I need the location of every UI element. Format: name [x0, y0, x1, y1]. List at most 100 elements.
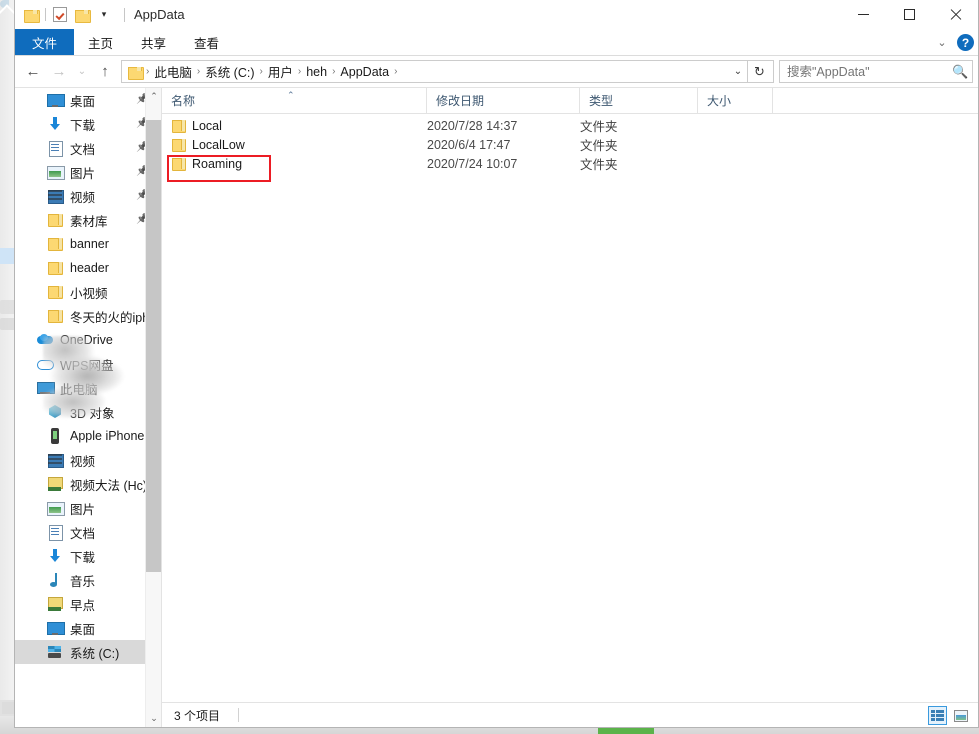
search-icon[interactable]: 🔍: [952, 64, 968, 80]
sidebar-item-7[interactable]: header: [15, 256, 161, 280]
breadcrumb-item-system-c[interactable]: 系统 (C:): [201, 62, 258, 81]
file-modified-cell: 2020/7/28 14:37: [427, 119, 580, 133]
breadcrumb-separator[interactable]: ›: [393, 66, 398, 77]
sidebar-item-13[interactable]: 3D 对象: [15, 400, 161, 424]
sidebar-item-label: 冬天的火的iph: [70, 307, 149, 326]
large-icons-view-button[interactable]: [951, 706, 970, 725]
sidebar-item-label: 下载: [70, 547, 95, 566]
videos-icon: [47, 188, 63, 204]
sidebar-item-3[interactable]: 图片📌: [15, 160, 161, 184]
status-divider: [238, 708, 239, 722]
tab-home[interactable]: 主页: [74, 29, 127, 55]
close-button[interactable]: [932, 0, 978, 29]
address-input[interactable]: › 此电脑 › 系统 (C:) › 用户 › heh › AppData › ⌄…: [121, 60, 774, 83]
sidebar-item-2[interactable]: 文档📌: [15, 136, 161, 160]
chevron-down-icon[interactable]: ⌄: [729, 66, 747, 77]
column-header-name[interactable]: 名称 ⌃: [162, 88, 427, 113]
close-icon: [949, 8, 962, 21]
sidebar-item-12[interactable]: 此电脑: [15, 376, 161, 400]
toolbar-divider: [45, 8, 46, 21]
column-header-modified[interactable]: 修改日期: [427, 88, 580, 113]
sidebar-item-8[interactable]: 小视频: [15, 280, 161, 304]
chevron-down-icon[interactable]: ⌄: [933, 36, 951, 49]
forward-button[interactable]: →: [46, 59, 72, 85]
onedrive-icon: [37, 332, 53, 348]
sidebar-item-15[interactable]: 视频: [15, 448, 161, 472]
sidebar-item-5[interactable]: 素材库📌: [15, 208, 161, 232]
sidebar-item-label: Apple iPhone: [70, 429, 144, 443]
table-row[interactable]: Roaming2020/7/24 10:07文件夹: [162, 154, 978, 173]
refresh-icon[interactable]: ↻: [747, 60, 771, 83]
column-header-filler: [773, 88, 978, 113]
sidebar-item-label: 视频大法 (Hc): [70, 475, 147, 494]
sidebar-item-11[interactable]: WPS网盘: [15, 352, 161, 376]
search-input[interactable]: [787, 65, 952, 79]
file-name-label: Local: [192, 119, 222, 133]
background-selected-row: [0, 248, 14, 264]
file-explorer-window: ▾ AppData 文件 主页 共享 查看 ⌄ ? ← → ⌄: [14, 0, 979, 728]
sidebar-item-label: 素材库: [70, 211, 108, 230]
folder-icon[interactable]: [20, 4, 42, 26]
sidebar-item-16[interactable]: 视频大法 (Hc): [15, 472, 161, 496]
sidebar-item-14[interactable]: Apple iPhone: [15, 424, 161, 448]
breadcrumb-item-users[interactable]: 用户: [264, 62, 297, 81]
back-button[interactable]: ←: [20, 59, 46, 85]
sidebar-item-21[interactable]: 早点: [15, 592, 161, 616]
sidebar-item-19[interactable]: 下载: [15, 544, 161, 568]
address-bar: ← → ⌄ ↑ › 此电脑 › 系统 (C:) › 用户 › heh › App…: [15, 56, 978, 87]
folder-icon: [171, 138, 186, 152]
quick-access-toolbar: ▾: [15, 4, 115, 26]
breadcrumb-item-this-pc[interactable]: 此电脑: [150, 62, 196, 81]
sidebar-item-label: 下载: [70, 115, 95, 134]
maximize-button[interactable]: [886, 0, 932, 29]
sidebar-item-label: 文档: [70, 139, 95, 158]
window-controls: [840, 0, 978, 29]
sidebar-item-1[interactable]: 下载📌: [15, 112, 161, 136]
sidebar-item-label: 图片: [70, 499, 95, 518]
file-type-cell: 文件夹: [580, 116, 698, 135]
breadcrumb-item-heh[interactable]: heh: [302, 65, 331, 79]
sidebar-item-6[interactable]: banner: [15, 232, 161, 256]
sidebar-item-9[interactable]: 冬天的火的iph: [15, 304, 161, 328]
videos-icon: [47, 452, 63, 468]
new-folder-icon[interactable]: [71, 4, 93, 26]
scrollbar-thumb[interactable]: [146, 120, 161, 572]
sidebar-item-18[interactable]: 文档: [15, 520, 161, 544]
desktop-icon: [47, 92, 63, 108]
table-row[interactable]: Local 2020/7/28 14:37文件夹: [162, 116, 978, 135]
sidebar-item-label: 视频: [70, 451, 95, 470]
navigation-list: 桌面📌下载📌文档📌图片📌视频📌素材库📌bannerheader小视频冬天的火的i…: [15, 88, 161, 664]
sidebar-item-label: 早点: [70, 595, 95, 614]
sidebar-item-10[interactable]: OneDrive: [15, 328, 161, 352]
documents-icon: [47, 140, 63, 156]
sidebar-item-4[interactable]: 视频📌: [15, 184, 161, 208]
sidebar-item-23[interactable]: 系统 (C:): [15, 640, 161, 664]
sidebar-item-20[interactable]: 音乐: [15, 568, 161, 592]
tab-view[interactable]: 查看: [180, 29, 233, 55]
folder-icon: [47, 284, 63, 300]
column-header-size[interactable]: 大小: [698, 88, 773, 113]
tab-share[interactable]: 共享: [127, 29, 180, 55]
tab-file[interactable]: 文件: [15, 29, 74, 55]
scroll-up-icon[interactable]: ⌃: [146, 88, 161, 105]
search-box[interactable]: 🔍: [779, 60, 973, 83]
breadcrumb-item-appdata[interactable]: AppData: [336, 65, 393, 79]
sidebar-item-17[interactable]: 图片: [15, 496, 161, 520]
network-drive-icon: [47, 476, 63, 492]
3d-objects-icon: [47, 404, 63, 420]
sidebar-item-0[interactable]: 桌面📌: [15, 88, 161, 112]
column-header-type[interactable]: 类型: [580, 88, 698, 113]
up-button[interactable]: ↑: [92, 59, 118, 85]
minimize-button[interactable]: [840, 0, 886, 29]
details-view-button[interactable]: [928, 706, 947, 725]
file-name-label: LocalLow: [192, 138, 245, 152]
help-icon[interactable]: ?: [957, 34, 974, 51]
scroll-down-icon[interactable]: ⌄: [146, 710, 161, 727]
table-row[interactable]: LocalLow2020/6/4 17:47文件夹: [162, 135, 978, 154]
sidebar-item-22[interactable]: 桌面: [15, 616, 161, 640]
navigation-scrollbar[interactable]: ⌃ ⌄: [145, 88, 161, 727]
customize-caret-icon[interactable]: ▾: [93, 4, 115, 26]
recent-locations-button[interactable]: ⌄: [72, 59, 92, 85]
properties-icon[interactable]: [49, 4, 71, 26]
pictures-icon: [47, 500, 63, 516]
